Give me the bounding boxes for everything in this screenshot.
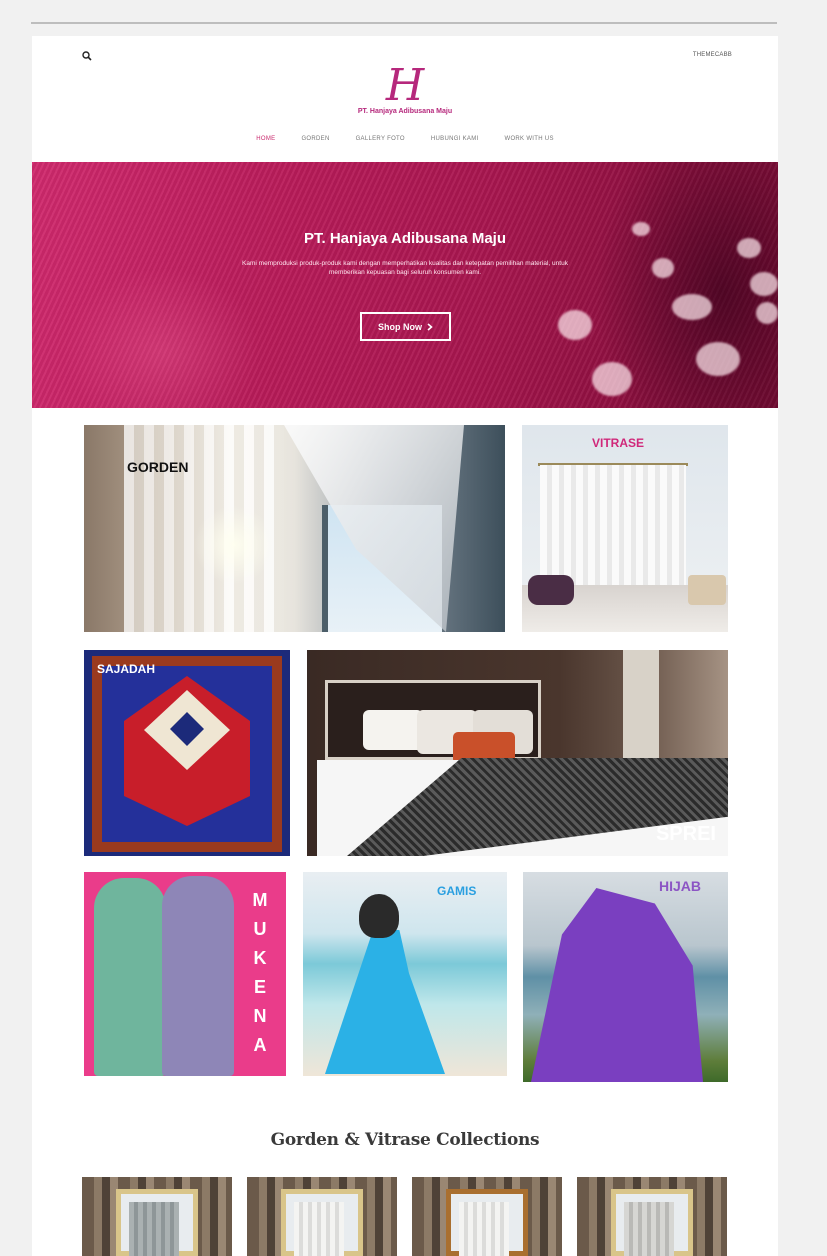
- window-frame-illustration: [611, 1189, 693, 1256]
- chevron-right-icon: [427, 322, 433, 331]
- category-tile-gorden[interactable]: GORDEN: [84, 425, 505, 632]
- hero-subtitle: Kami memproduksi produk-produk kami deng…: [242, 260, 568, 276]
- label-letter: K: [253, 948, 267, 968]
- hijab-figure-illustration: [531, 888, 703, 1082]
- label-letter: A: [253, 1035, 267, 1055]
- category-tile-mukena[interactable]: M U K E N A: [84, 872, 286, 1076]
- category-label-sajadah: SAJADAH: [97, 662, 156, 676]
- figure-illustration: [162, 876, 234, 1076]
- drape-illustration: [624, 1202, 674, 1256]
- hero-title: PT. Hanjaya Adibusana Maju: [304, 230, 506, 247]
- category-label-vitrase: VITRASE: [592, 436, 645, 450]
- figure-illustration: [94, 878, 166, 1076]
- window-frame-illustration: [446, 1189, 528, 1256]
- collection-item[interactable]: [577, 1177, 727, 1256]
- collections-title: Gorden & Vitrase Collections: [270, 1130, 540, 1150]
- top-right-link[interactable]: THEMECABB: [693, 52, 732, 58]
- label-letter: U: [253, 919, 267, 939]
- drape-illustration: [459, 1202, 509, 1256]
- chair-illustration: [688, 575, 726, 605]
- category-tile-sajadah[interactable]: SAJADAH: [84, 650, 290, 856]
- drape-illustration: [294, 1202, 344, 1256]
- nav-item-gorden[interactable]: GORDEN: [301, 136, 329, 142]
- divider: [31, 22, 777, 24]
- page: THEMECABB H PT. Hanjaya Adibusana Maju H…: [32, 36, 778, 1256]
- category-tile-vitrase[interactable]: VITRASE: [522, 425, 728, 632]
- category-label-hijab: HIJAB: [659, 878, 702, 894]
- figure-head-illustration: [359, 894, 399, 938]
- shop-now-button[interactable]: Shop Now: [360, 312, 451, 341]
- window-frame-illustration: [116, 1189, 198, 1256]
- nav-item-work-with-us[interactable]: WORK WITH US: [504, 136, 553, 142]
- site-logo[interactable]: H PT. Hanjaya Adibusana Maju: [32, 60, 778, 116]
- nav-item-gallery-foto[interactable]: GALLERY FOTO: [356, 136, 405, 142]
- dress-illustration: [325, 930, 445, 1074]
- pillow-illustration: [363, 710, 423, 750]
- category-label-sprei: SPREI: [655, 823, 716, 845]
- search-icon[interactable]: [82, 51, 92, 61]
- label-letter: E: [253, 977, 266, 997]
- collection-item[interactable]: [82, 1177, 232, 1256]
- category-label-gamis: GAMIS: [437, 884, 477, 898]
- category-label-mukena: M U K E N A: [250, 886, 270, 1060]
- logo-mark: H: [385, 60, 425, 111]
- label-letter: M: [252, 890, 268, 910]
- category-tile-hijab[interactable]: HIJAB: [523, 872, 728, 1082]
- category-tile-sprei[interactable]: SPREI: [307, 650, 728, 856]
- main-nav: HOME GORDEN GALLERY FOTO HUBUNGI KAMI WO…: [32, 136, 778, 142]
- collection-item[interactable]: [412, 1177, 562, 1256]
- logo-text: PT. Hanjaya Adibusana Maju: [357, 108, 453, 115]
- category-label-gorden: GORDEN: [127, 459, 189, 475]
- category-tile-gamis[interactable]: GAMIS: [303, 872, 507, 1076]
- nav-item-home[interactable]: HOME: [256, 136, 275, 142]
- shop-now-label: Shop Now: [378, 321, 422, 332]
- door-illustration: [623, 650, 659, 760]
- hero-banner: PT. Hanjaya Adibusana Maju Kami memprodu…: [32, 162, 778, 408]
- label-letter: N: [253, 1006, 267, 1026]
- drape-illustration: [129, 1202, 179, 1256]
- light-glow: [194, 505, 274, 585]
- window-frame-illustration: [281, 1189, 363, 1256]
- collection-item[interactable]: [247, 1177, 397, 1256]
- pillow-illustration: [528, 575, 574, 605]
- nav-item-hubungi-kami[interactable]: HUBUNGI KAMI: [431, 136, 479, 142]
